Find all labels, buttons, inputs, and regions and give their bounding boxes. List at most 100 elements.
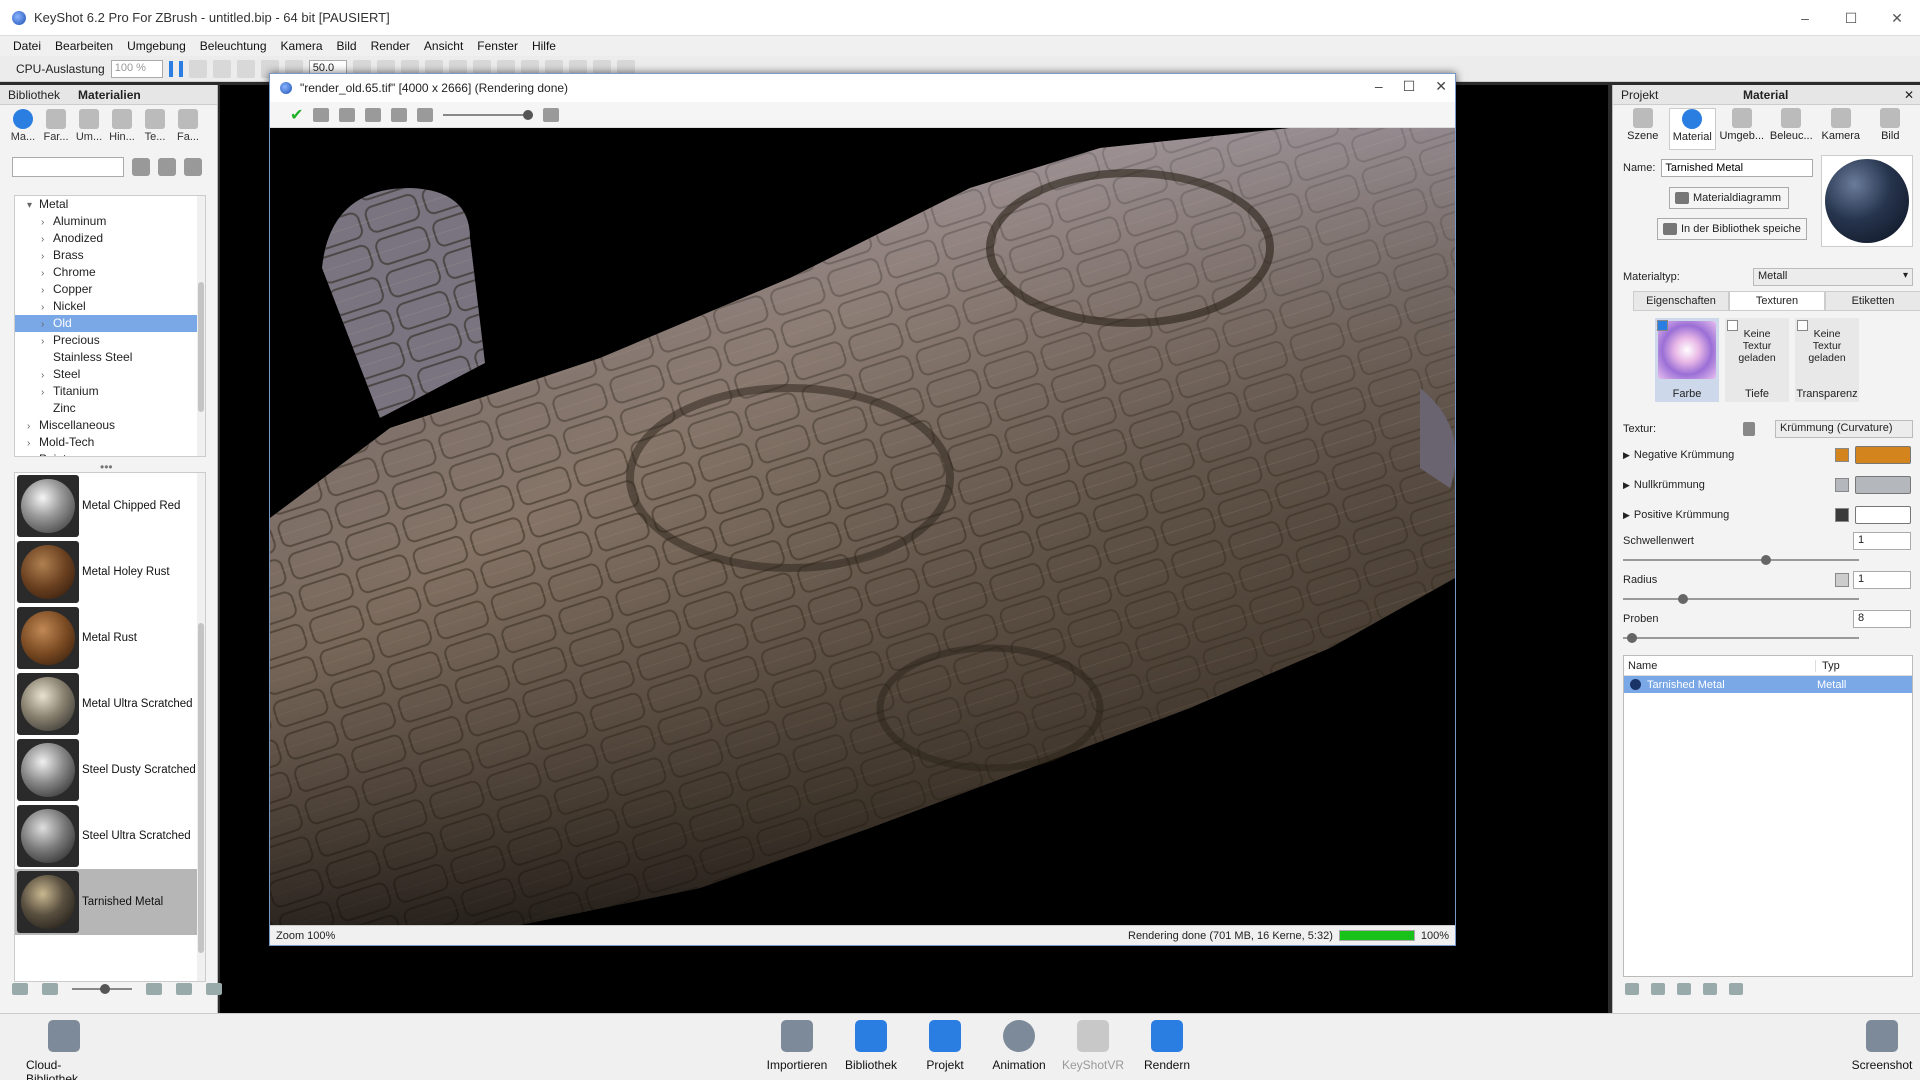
menu-umgebung[interactable]: Umgebung xyxy=(120,39,193,53)
dock-project[interactable]: Projekt xyxy=(907,1020,983,1072)
save-icon[interactable] xyxy=(313,107,330,122)
table-row[interactable]: Tarnished Metal Metall xyxy=(1624,676,1912,693)
slot-checkbox[interactable] xyxy=(1727,320,1738,331)
subtab-labels[interactable]: Etiketten xyxy=(1825,291,1920,311)
tab-lighting[interactable]: Beleuc... xyxy=(1768,108,1816,150)
grid-view-icon[interactable] xyxy=(1651,983,1665,995)
dock-animation[interactable]: Animation xyxy=(981,1020,1057,1072)
chevron-right-icon[interactable]: › xyxy=(41,231,53,248)
dock-screenshot[interactable]: Screenshot xyxy=(1844,1020,1920,1072)
tree-item[interactable]: › Precious xyxy=(15,332,205,349)
chevron-right-icon[interactable]: › xyxy=(27,435,39,452)
tree-item[interactable]: › Titanium xyxy=(15,383,205,400)
chevron-right-icon[interactable]: › xyxy=(41,248,53,265)
upload-icon[interactable] xyxy=(176,983,192,995)
material-item[interactable]: Metal Ultra Scratched xyxy=(15,671,205,737)
tree-item[interactable]: › Miscellaneous xyxy=(15,417,205,434)
material-item[interactable]: Steel Ultra Scratched xyxy=(15,803,205,869)
filter-icon[interactable] xyxy=(1729,983,1743,995)
checkmark-icon[interactable]: ✔ xyxy=(290,105,303,125)
column-name[interactable]: Name xyxy=(1624,659,1816,672)
library-search-input[interactable] xyxy=(12,157,124,177)
expand-arrow-icon[interactable]: ▶ xyxy=(1623,450,1630,461)
tree-item[interactable]: ▾ Metal xyxy=(15,196,205,213)
menu-kamera[interactable]: Kamera xyxy=(274,39,330,53)
texture-slot-bump[interactable]: Keine Textur geladen Tiefe xyxy=(1725,318,1789,402)
cpu-usage-select[interactable]: 100 % xyxy=(110,59,163,78)
threshold-slider[interactable] xyxy=(1623,555,1859,565)
tree-item[interactable]: › Chrome xyxy=(15,264,205,281)
tree-item[interactable]: › Anodized xyxy=(15,230,205,247)
dock-import[interactable]: Importieren xyxy=(759,1020,835,1072)
dock-keyshotvr[interactable]: KeyShotVR xyxy=(1055,1020,1131,1072)
material-name-input[interactable] xyxy=(1661,159,1814,177)
expand-arrow-icon[interactable]: ▶ xyxy=(1623,510,1630,521)
pause-icon[interactable] xyxy=(168,60,183,77)
tree-item[interactable]: › Mold-Tech xyxy=(15,434,205,451)
radius-slider[interactable] xyxy=(1623,594,1859,604)
refresh-icon[interactable] xyxy=(188,59,207,78)
tree-item[interactable]: › Old xyxy=(15,315,205,332)
color-bar[interactable] xyxy=(1855,476,1911,494)
grid-view-icon[interactable] xyxy=(42,983,58,995)
redo-icon[interactable] xyxy=(236,59,255,78)
slot-checkbox[interactable] xyxy=(1657,320,1668,331)
color-bar[interactable] xyxy=(1855,446,1911,464)
tab-material[interactable]: Material xyxy=(1668,108,1717,150)
chevron-right-icon[interactable]: › xyxy=(41,299,53,316)
chevron-right-icon[interactable]: › xyxy=(41,367,53,384)
maximize-button[interactable]: ☐ xyxy=(1828,0,1874,36)
slider-handle[interactable] xyxy=(1627,633,1637,643)
material-item[interactable]: Steel Dusty Scratched xyxy=(15,737,205,803)
threshold-input[interactable]: 1 xyxy=(1853,532,1911,550)
tree-view-icon[interactable] xyxy=(1677,983,1691,995)
subtab-textures[interactable]: Texturen xyxy=(1729,291,1825,311)
subtab-properties[interactable]: Eigenschaften xyxy=(1633,291,1729,311)
tab-image[interactable]: Bild xyxy=(1867,108,1915,150)
trash-icon[interactable] xyxy=(1743,422,1755,436)
material-graph-button[interactable]: Materialdiagramm xyxy=(1669,187,1789,209)
dock-cloud-library[interactable]: Cloud-Bibliothek xyxy=(26,1020,102,1080)
color-picker-swatch[interactable] xyxy=(1835,448,1849,462)
folder-add-icon[interactable] xyxy=(158,158,176,176)
dock-library[interactable]: Bibliothek xyxy=(833,1020,909,1072)
tree-item[interactable]: › Nickel xyxy=(15,298,205,315)
menu-bearbeiten[interactable]: Bearbeiten xyxy=(48,39,120,53)
fit-icon[interactable] xyxy=(365,107,382,122)
list-view-icon[interactable] xyxy=(12,983,28,995)
samples-slider[interactable] xyxy=(1623,633,1859,643)
texture-type-select[interactable]: Krümmung (Curvature) xyxy=(1775,420,1913,438)
chevron-right-icon[interactable]: › xyxy=(27,418,39,435)
tab-backplates[interactable]: Hin... xyxy=(107,109,137,149)
tree-scroll-thumb[interactable] xyxy=(198,282,204,412)
material-item[interactable]: Metal Holey Rust xyxy=(15,539,205,605)
texture-map-icon[interactable] xyxy=(1835,573,1849,587)
chevron-right-icon[interactable]: › xyxy=(41,384,53,401)
zoom-in-icon[interactable] xyxy=(543,107,560,122)
column-type[interactable]: Typ xyxy=(1816,660,1840,672)
radius-input[interactable]: 1 xyxy=(1853,571,1911,589)
chevron-right-icon[interactable]: › xyxy=(41,316,53,333)
slot-checkbox[interactable] xyxy=(1797,320,1808,331)
chevron-right-icon[interactable]: › xyxy=(27,452,39,456)
menu-hilfe[interactable]: Hilfe xyxy=(525,39,563,53)
samples-input[interactable]: 8 xyxy=(1853,610,1911,628)
search-icon[interactable] xyxy=(1703,983,1717,995)
save-to-library-button[interactable]: In der Bibliothek speiche xyxy=(1657,218,1807,240)
render-image[interactable] xyxy=(270,128,1455,925)
dock-render[interactable]: Rendern xyxy=(1129,1020,1205,1072)
refresh-icon[interactable] xyxy=(184,158,202,176)
color-bar[interactable] xyxy=(1855,506,1911,524)
menu-render[interactable]: Render xyxy=(364,39,417,53)
minimize-button[interactable]: – xyxy=(1782,0,1828,36)
close-button[interactable]: ✕ xyxy=(1874,0,1920,36)
menu-datei[interactable]: Datei xyxy=(6,39,48,53)
tree-item[interactable]: Stainless Steel xyxy=(15,349,205,366)
render-close-button[interactable]: ✕ xyxy=(1435,78,1447,95)
menu-bild[interactable]: Bild xyxy=(330,39,364,53)
tab-textures[interactable]: Te... xyxy=(140,109,170,149)
tab-environments[interactable]: Um... xyxy=(74,109,104,149)
tab-scene[interactable]: Szene xyxy=(1619,108,1667,150)
tree-item[interactable]: › Brass xyxy=(15,247,205,264)
render-maximize-button[interactable]: ☐ xyxy=(1403,78,1416,95)
